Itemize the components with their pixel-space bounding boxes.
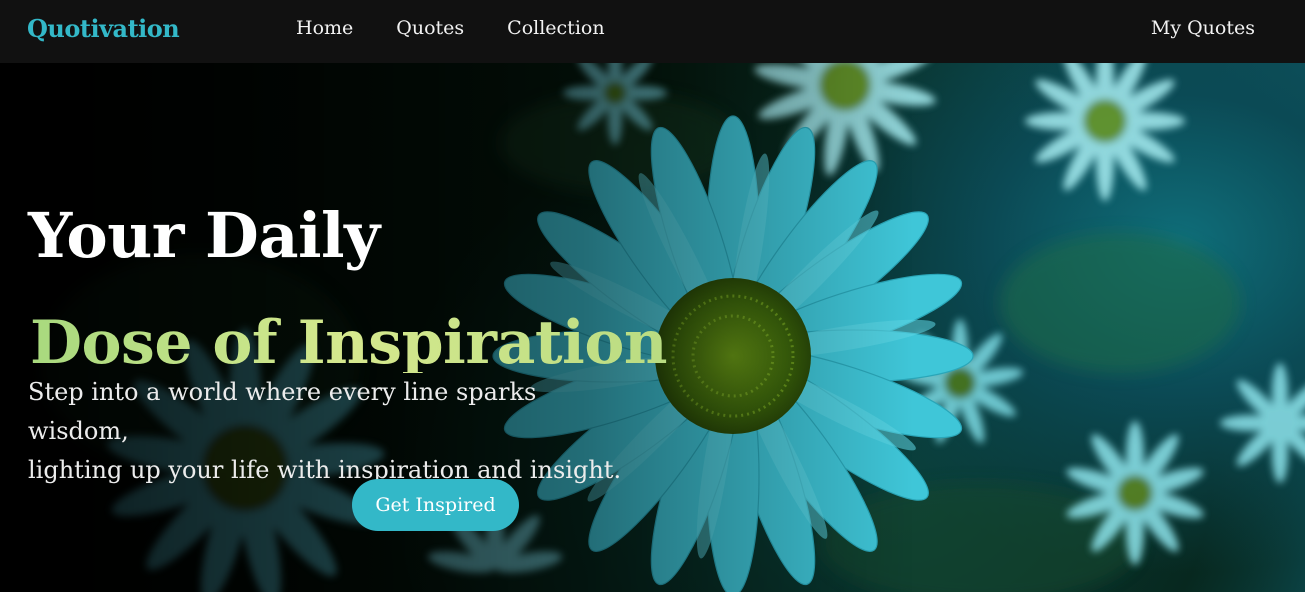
hero-title-line2: Dose of Inspiration (30, 307, 667, 378)
hero-section: Your Daily Dose of Inspiration Step into… (0, 63, 1305, 592)
nav-links: Home Quotes Collection (296, 17, 605, 39)
hero-tagline-line1: Step into a world where every line spark… (28, 378, 537, 445)
nav-link-my-quotes[interactable]: My Quotes (1151, 17, 1255, 39)
top-navbar: Quotivation Home Quotes Collection My Qu… (0, 0, 1305, 63)
nav-link-collection[interactable]: Collection (507, 17, 604, 39)
hero-title-line1: Your Daily (28, 198, 380, 272)
hero-content: Your Daily Dose of Inspiration Step into… (0, 63, 1305, 592)
hero-tagline: Step into a world where every line spark… (28, 373, 638, 490)
brand-logo[interactable]: Quotivation (27, 14, 180, 43)
nav-link-home[interactable]: Home (296, 17, 353, 39)
get-inspired-button[interactable]: Get Inspired (352, 479, 519, 531)
nav-link-quotes[interactable]: Quotes (396, 17, 464, 39)
hero-tagline-line2: lighting up your life with inspiration a… (28, 456, 622, 484)
